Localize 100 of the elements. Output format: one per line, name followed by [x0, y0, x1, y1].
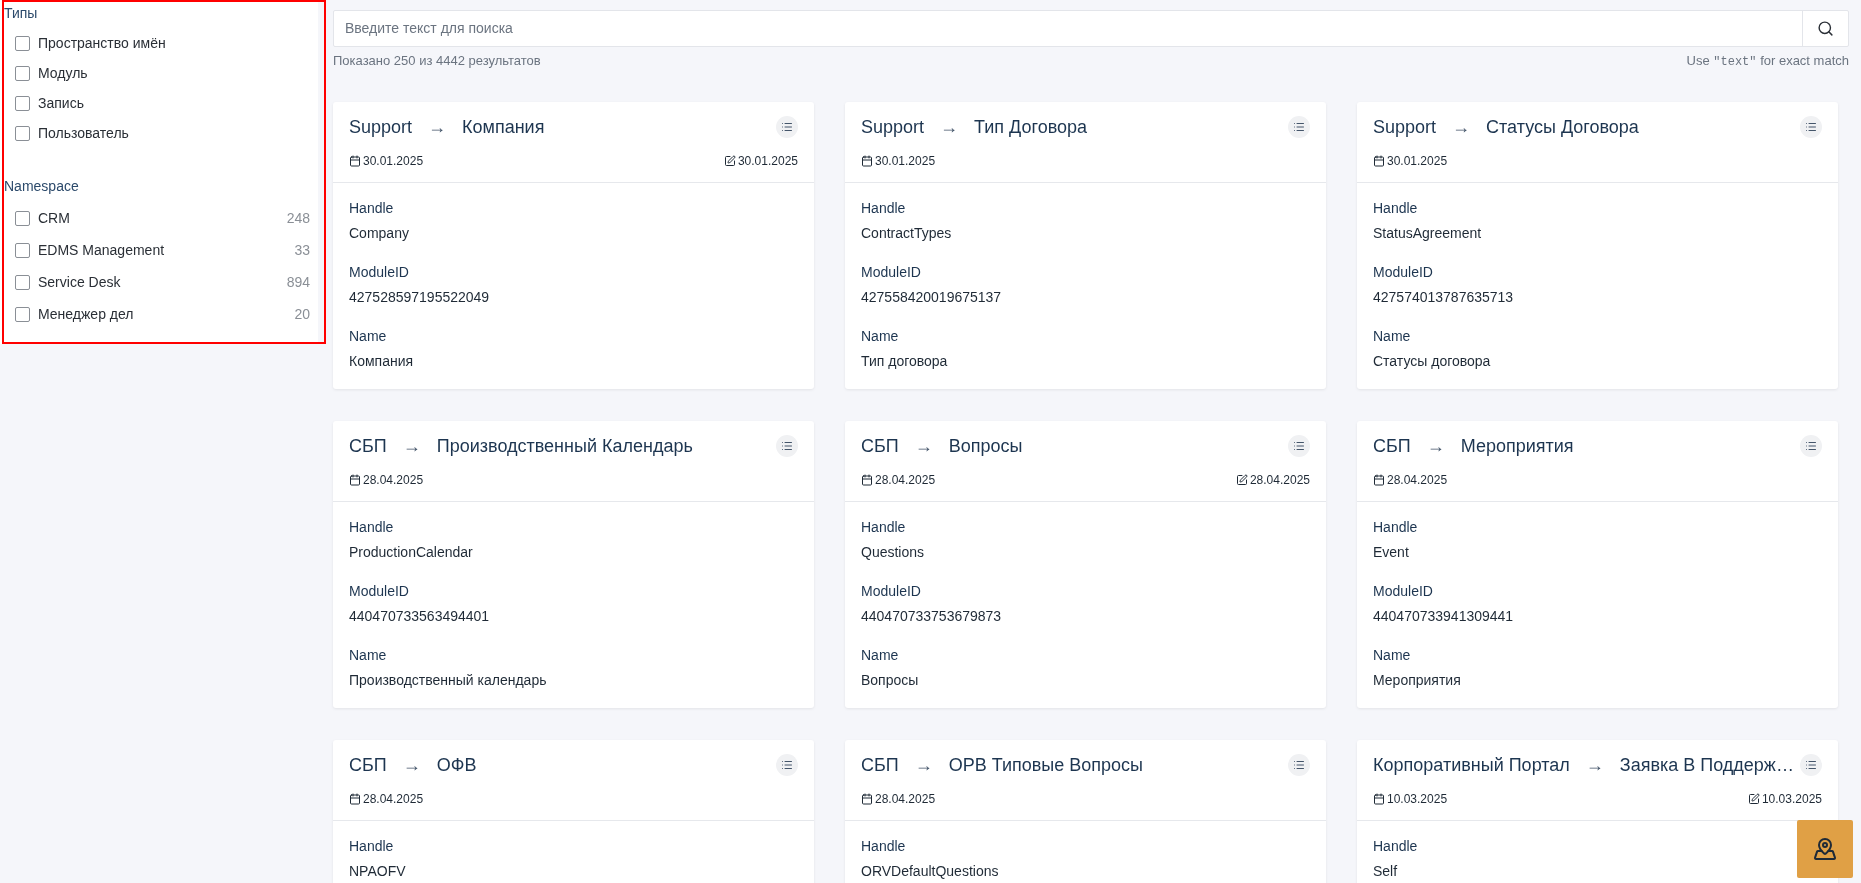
filter-count: 894 — [286, 273, 310, 292]
card-title-target: Вопросы — [948, 434, 1023, 458]
card-title-source: Корпоративный Портал — [1373, 753, 1570, 777]
card-title-target: ОФВ — [436, 753, 477, 777]
list-icon — [781, 440, 793, 452]
card-title-source: СБП — [349, 753, 387, 777]
card-title-source: Support — [861, 115, 925, 139]
list-button[interactable] — [1288, 116, 1310, 138]
card-title-source: Support — [1373, 115, 1437, 139]
field-label: ModuleID — [1373, 582, 1434, 601]
card-title-source: СБП — [861, 434, 899, 458]
field-label: ModuleID — [349, 263, 410, 282]
list-icon — [1805, 440, 1817, 452]
list-icon — [781, 759, 793, 771]
calendar-icon — [861, 793, 873, 805]
arrow-icon: → — [428, 113, 447, 141]
created-date: 30.01.2025 — [363, 153, 424, 170]
list-button[interactable] — [1800, 435, 1822, 457]
arrow-icon: → — [402, 751, 421, 779]
checkbox[interactable] — [15, 126, 30, 141]
filter-option[interactable]: EDMS Management — [38, 240, 165, 261]
created-date: 28.04.2025 — [875, 791, 936, 808]
arrow-icon: → — [914, 751, 933, 779]
calendar-icon — [861, 155, 873, 167]
list-button[interactable] — [776, 435, 798, 457]
list-button[interactable] — [1800, 754, 1822, 776]
modified-date: 28.04.2025 — [1249, 472, 1310, 489]
created-date: 10.03.2025 — [1387, 791, 1448, 808]
modified-date: 30.01.2025 — [737, 153, 798, 170]
map-pin-icon — [1813, 837, 1837, 861]
filter-option[interactable]: Менеджер дел — [38, 304, 134, 325]
created-date: 30.01.2025 — [875, 153, 936, 170]
checkbox[interactable] — [15, 275, 30, 290]
checkbox[interactable] — [15, 307, 30, 322]
field-label: Handle — [349, 199, 395, 218]
list-icon — [781, 121, 793, 133]
field-label: Name — [349, 646, 388, 665]
field-value: Мероприятия — [1373, 671, 1462, 690]
list-button[interactable] — [1800, 116, 1822, 138]
results-count: Показано 250 из 4442 результатов — [333, 52, 541, 70]
card-title-target: Мероприятия — [1460, 434, 1574, 458]
field-label: Handle — [861, 199, 907, 218]
checkbox[interactable] — [15, 66, 30, 81]
edit-icon — [723, 155, 736, 167]
calendar-icon — [1373, 155, 1385, 167]
filter-count: 20 — [294, 305, 310, 324]
calendar-icon — [1373, 474, 1385, 486]
list-button[interactable] — [1288, 435, 1310, 457]
field-label: Handle — [1373, 837, 1419, 856]
filter-count: 33 — [294, 241, 310, 260]
card-title-target: ОРВ Типовые Вопросы — [948, 753, 1143, 777]
field-value: Производственный календарь — [349, 671, 548, 690]
edit-icon — [1235, 474, 1248, 486]
field-value: 427574013787635713 — [1373, 288, 1515, 307]
map-button[interactable] — [1797, 820, 1853, 878]
filter-option[interactable]: Пространство имён — [38, 33, 166, 54]
created-date: 28.04.2025 — [875, 472, 936, 489]
list-button[interactable] — [776, 754, 798, 776]
calendar-icon — [1373, 793, 1385, 805]
card-title-target: Статусы Договора — [1486, 115, 1639, 139]
field-value: StatusAgreement — [1373, 224, 1483, 243]
created-date: 28.04.2025 — [1387, 472, 1448, 489]
list-icon — [1293, 121, 1305, 133]
card-title-target: Заявка В Поддерж… — [1619, 753, 1794, 777]
filter-option[interactable]: Service Desk — [38, 272, 121, 293]
created-date: 28.04.2025 — [363, 472, 424, 489]
list-icon — [1293, 440, 1305, 452]
field-value: NPAOFV — [349, 862, 407, 881]
field-value: ProductionCalendar — [349, 543, 474, 562]
arrow-icon: → — [940, 113, 959, 141]
field-label: Handle — [349, 837, 395, 856]
field-value: Тип договора — [861, 352, 949, 371]
filter-option[interactable]: Модуль — [38, 63, 88, 84]
filter-option[interactable]: CRM — [38, 208, 70, 229]
field-value: Self — [1373, 862, 1399, 881]
field-label: Name — [1373, 327, 1412, 346]
card-title-source: СБП — [1373, 434, 1411, 458]
card-title-target: Компания — [462, 115, 545, 139]
calendar-icon — [349, 474, 361, 486]
field-label: ModuleID — [1373, 263, 1434, 282]
field-label: Handle — [861, 518, 907, 537]
filter-option[interactable]: Пользователь — [38, 123, 129, 144]
checkbox[interactable] — [15, 211, 30, 226]
list-button[interactable] — [1288, 754, 1310, 776]
field-label: Name — [861, 327, 900, 346]
calendar-icon — [349, 793, 361, 805]
field-label: ModuleID — [861, 263, 922, 282]
field-label: Handle — [861, 837, 907, 856]
checkbox[interactable] — [15, 243, 30, 258]
calendar-icon — [349, 155, 361, 167]
field-label: Name — [349, 327, 388, 346]
created-date: 30.01.2025 — [1387, 153, 1448, 170]
field-label: Handle — [349, 518, 395, 537]
checkbox[interactable] — [15, 36, 30, 51]
card-title-source: Support — [349, 115, 413, 139]
list-button[interactable] — [776, 116, 798, 138]
calendar-icon — [861, 474, 873, 486]
checkbox[interactable] — [15, 96, 30, 111]
arrow-icon: → — [914, 432, 933, 460]
filter-option[interactable]: Запись — [38, 93, 84, 114]
